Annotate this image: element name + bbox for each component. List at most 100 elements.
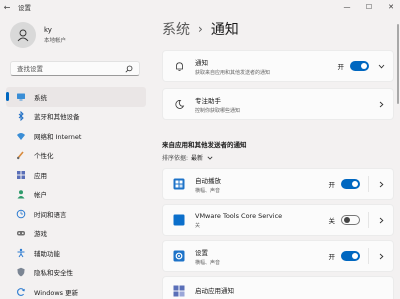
bell-icon <box>173 60 185 72</box>
bluetooth-icon <box>16 111 26 122</box>
gamepad-icon <box>16 228 26 238</box>
sidebar-item-windows-update[interactable]: Windows 更新 <box>6 282 146 299</box>
search-box[interactable] <box>10 61 140 76</box>
sidebar-item-accessibility[interactable]: 辅助功能 <box>6 243 146 263</box>
app-notification-toggle[interactable] <box>341 251 360 261</box>
sidebar-item-label: 蓝牙和其他设备 <box>34 113 80 122</box>
chevron-right-icon[interactable] <box>377 253 385 260</box>
sort-dropdown[interactable]: 排序依据: 最新 <box>162 153 213 162</box>
app-notification-toggle[interactable] <box>341 215 360 225</box>
shield-icon <box>16 267 26 277</box>
sidebar-item-label: 隐私和安全性 <box>34 269 73 278</box>
scrollbar[interactable] <box>397 24 399 104</box>
card-description: 横幅、声音 <box>195 259 221 266</box>
focus-assist-card[interactable]: 专注助手 控制你获取哪些通知 <box>162 88 394 120</box>
sidebar: ky 本地帐户 系统 蓝牙和其他设备 网络和 Internet <box>0 14 150 299</box>
autoplay-icon <box>173 178 185 190</box>
startup-apps-icon <box>173 285 185 297</box>
card-title: VMware Tools Core Service <box>195 211 283 220</box>
toggle-state-label: 关 <box>328 217 336 225</box>
page-title: 通知 <box>210 22 239 38</box>
sort-value[interactable]: 最新 <box>191 153 203 162</box>
card-title: 设置 <box>195 248 208 257</box>
sidebar-item-label: 辅助功能 <box>34 249 60 258</box>
window-controls: — ☐ ✕ <box>342 0 396 14</box>
account-type: 本地帐户 <box>44 38 67 44</box>
divider <box>368 212 369 228</box>
avatar <box>10 22 36 48</box>
sidebar-item-bluetooth[interactable]: 蓝牙和其他设备 <box>6 107 146 127</box>
close-button[interactable]: ✕ <box>386 3 396 11</box>
card-description: 控制你获取哪些通知 <box>195 107 241 114</box>
user-name: ky <box>44 26 52 34</box>
sidebar-item-personalization[interactable]: 个性化 <box>6 146 146 166</box>
card-title: 启动应用通知 <box>195 287 234 295</box>
card-description: 获取来自应用和其他发送者的通知 <box>195 69 271 76</box>
breadcrumb: 系统 › 通知 <box>162 19 239 39</box>
moon-icon <box>173 98 185 110</box>
main-content: 系统 › 通知 通知 获取来自应用和其他发送者的通知 开 专注助手 控制你获取哪… <box>150 14 400 299</box>
breadcrumb-parent[interactable]: 系统 <box>162 19 190 39</box>
section-heading: 来自应用和其他发送者的通知 <box>162 141 247 149</box>
sidebar-item-label: 个性化 <box>34 152 54 161</box>
update-icon <box>16 287 26 297</box>
apps-icon <box>16 170 26 180</box>
sidebar-item-gaming[interactable]: 游戏 <box>6 224 146 244</box>
minimize-button[interactable]: — <box>342 3 352 11</box>
sidebar-item-label: 时间和语言 <box>34 210 67 219</box>
card-description: 横幅、声音 <box>195 187 221 194</box>
paintbrush-icon <box>16 150 26 160</box>
back-arrow-icon[interactable]: ← <box>0 0 14 14</box>
chevron-right-icon[interactable] <box>377 181 385 188</box>
breadcrumb-separator: › <box>198 22 203 36</box>
monitor-icon <box>16 92 26 102</box>
chevron-down-icon[interactable] <box>377 64 385 69</box>
accessibility-icon <box>16 248 26 258</box>
notifications-setting-card[interactable]: 通知 获取来自应用和其他发送者的通知 开 <box>162 50 394 82</box>
person-avatar-icon <box>17 29 29 42</box>
toggle-state-label: 开 <box>328 181 336 189</box>
user-profile[interactable]: ky 本地帐户 <box>10 22 66 48</box>
app-notification-card[interactable]: 设置 横幅、声音 开 <box>162 240 394 272</box>
sidebar-item-system[interactable]: 系统 <box>6 87 146 107</box>
search-input[interactable] <box>17 64 125 73</box>
chevron-right-icon[interactable] <box>377 101 385 108</box>
sidebar-item-accounts[interactable]: 帐户 <box>6 185 146 205</box>
card-title: 自动播放 <box>195 176 221 185</box>
app-notification-card[interactable]: 自动播放 横幅、声音 开 <box>162 168 394 200</box>
card-description: 关 <box>195 222 201 229</box>
sidebar-item-label: 系统 <box>34 93 47 102</box>
divider <box>368 176 369 192</box>
app-notification-toggle[interactable] <box>341 179 360 189</box>
sort-label: 排序依据: <box>162 155 189 162</box>
vmware-icon <box>173 214 185 226</box>
card-title: 专注助手 <box>195 96 221 105</box>
chevron-down-icon[interactable] <box>207 156 213 160</box>
globe-clock-icon <box>16 209 26 219</box>
title-bar: ← 设置 — ☐ ✕ <box>0 0 400 14</box>
sidebar-item-label: 游戏 <box>34 230 47 239</box>
window-title: 设置 <box>18 4 31 12</box>
sidebar-item-label: Windows 更新 <box>34 288 79 297</box>
sidebar-item-time-language[interactable]: 时间和语言 <box>6 204 146 224</box>
sidebar-item-apps[interactable]: 应用 <box>6 165 146 185</box>
wifi-icon <box>16 131 26 141</box>
settings-gear-icon <box>173 250 185 262</box>
maximize-button[interactable]: ☐ <box>364 3 374 11</box>
app-notification-card[interactable]: 启动应用通知 <box>162 276 394 299</box>
sidebar-nav: 系统 蓝牙和其他设备 网络和 Internet 个性化 应用 帐户 时间和语言 … <box>6 87 146 299</box>
toggle-state-label: 开 <box>328 253 336 261</box>
app-notification-card[interactable]: VMware Tools Core Service 关 关 <box>162 204 394 236</box>
chevron-right-icon[interactable] <box>377 217 385 224</box>
notifications-toggle[interactable] <box>350 61 369 71</box>
sidebar-item-network[interactable]: 网络和 Internet <box>6 126 146 146</box>
sidebar-item-label: 帐户 <box>34 191 47 200</box>
sidebar-item-label: 应用 <box>34 171 47 180</box>
person-icon <box>16 189 26 199</box>
search-icon[interactable] <box>125 65 133 73</box>
sidebar-item-privacy[interactable]: 隐私和安全性 <box>6 263 146 283</box>
toggle-state-label: 开 <box>337 63 345 71</box>
divider <box>368 248 369 264</box>
sidebar-item-label: 网络和 Internet <box>34 132 82 141</box>
card-title: 通知 <box>195 58 208 67</box>
